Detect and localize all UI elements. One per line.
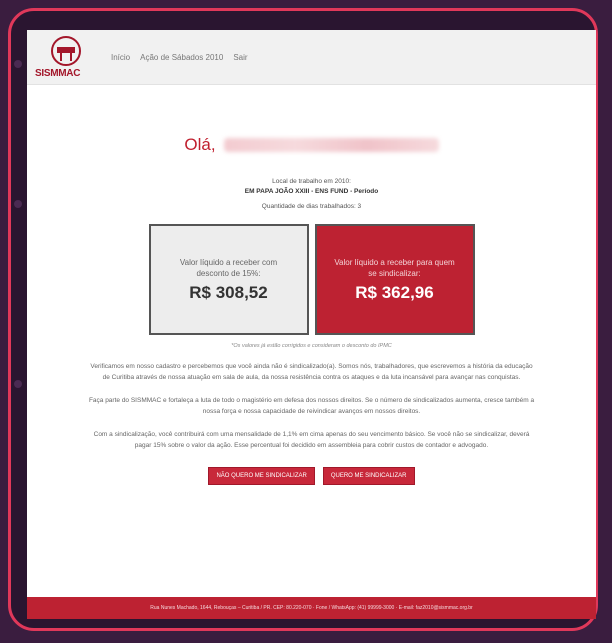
card-with-discount: Valor líquido a receber com desconto de … [148, 224, 309, 335]
decline-button[interactable]: NÃO QUERO ME SINDICALIZAR [208, 467, 315, 485]
site-footer: Rua Nunes Machado, 1644, Rebouças – Curi… [27, 597, 596, 619]
card-unionized-label: Valor líquido a receber para quem se sin… [334, 257, 455, 278]
site-header: SISMMAC Início Ação de Sábados 2010 Sair [27, 30, 596, 85]
blurred-user-name [223, 138, 439, 152]
sismmac-logo[interactable]: SISMMAC [35, 35, 97, 79]
paragraph-join: Faça parte do SISMMAC e fortaleça a luta… [88, 397, 535, 415]
decor-dot [14, 200, 22, 208]
card-unionized: Valor líquido a receber para quem se sin… [314, 224, 475, 335]
paragraph-intro: Verificamos em nosso cadastro e percebem… [90, 363, 533, 381]
decor-dot [14, 60, 22, 68]
nav-item-sair[interactable]: Sair [233, 53, 247, 62]
action-buttons: NÃO QUERO ME SINDICALIZAR QUERO ME SINDI… [27, 467, 596, 485]
values-note: *Os valores já estão corrigidos e consid… [231, 343, 392, 349]
card-with-discount-label: Valor líquido a receber com desconto de … [179, 257, 278, 278]
nav-item-acao-sabados[interactable]: Ação de Sábados 2010 [140, 53, 223, 62]
nav-item-inicio[interactable]: Início [111, 53, 130, 62]
workplace-value: EM PAPA JOÃO XXIII - ENS FUND - Período [244, 188, 379, 195]
logo-mark-icon [51, 36, 81, 66]
workplace-info: Local de trabalho em 2010: EM PAPA JOÃO … [27, 177, 596, 197]
paragraph-fee: Com a sindicalização, você contribuirá c… [93, 431, 530, 449]
card-unionized-value: R$ 362,96 [355, 282, 434, 302]
web-page: SISMMAC Início Ação de Sábados 2010 Sair… [27, 30, 596, 619]
workplace-label: Local de trabalho em 2010: [272, 178, 351, 185]
accept-button[interactable]: QUERO ME SINDICALIZAR [322, 467, 415, 485]
top-nav: Início Ação de Sábados 2010 Sair [111, 53, 248, 62]
greeting: Olá, [27, 135, 596, 155]
decor-dot [14, 380, 22, 388]
logo-text: SISMMAC [35, 68, 81, 79]
card-with-discount-value: R$ 308,52 [189, 282, 268, 302]
days-worked: Quantidade de dias trabalhados: 3 [261, 203, 362, 210]
value-cards: Valor líquido a receber com desconto de … [27, 224, 596, 335]
greeting-prefix: Olá, [184, 135, 216, 154]
